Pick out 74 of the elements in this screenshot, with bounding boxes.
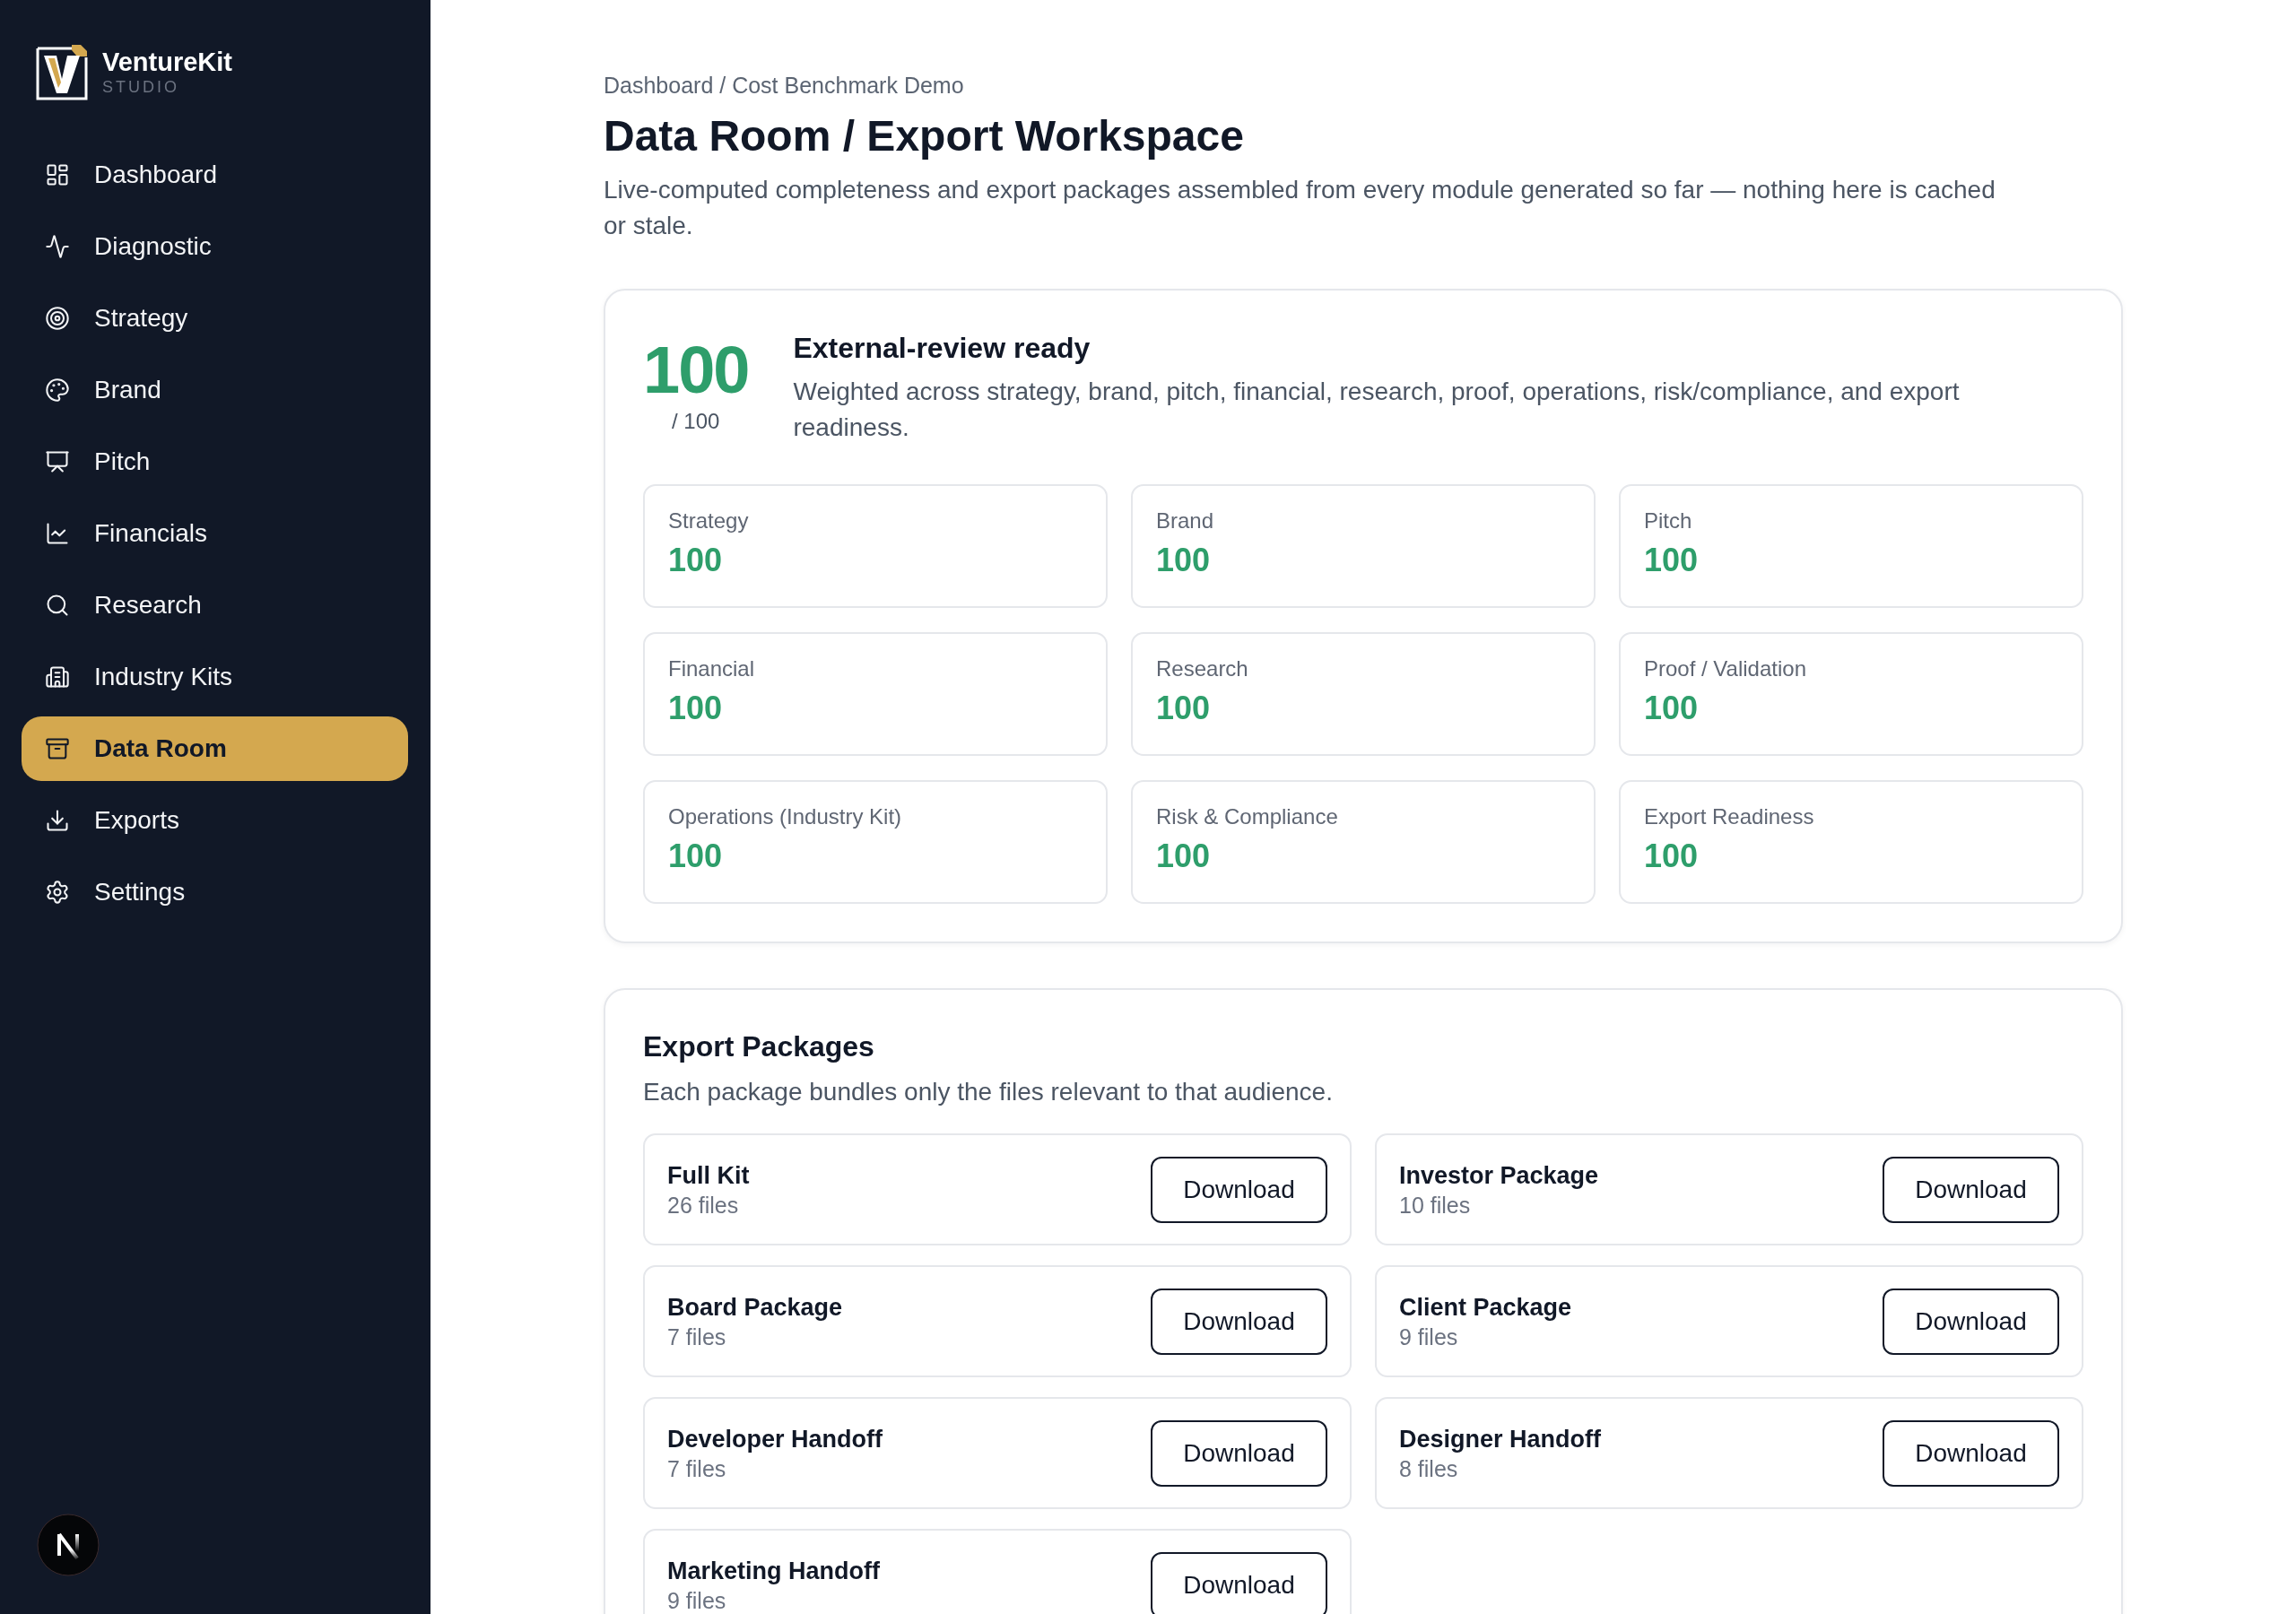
grid-layout-icon	[45, 162, 70, 187]
category-label: Pitch	[1644, 508, 1693, 534]
nav-item[interactable]: Research	[22, 573, 408, 638]
download-button[interactable]: Download	[1883, 1419, 2059, 1487]
category-score: 100	[1156, 690, 1212, 727]
building-icon	[45, 664, 70, 690]
settings-icon	[45, 880, 70, 905]
presentation-board-icon	[45, 449, 70, 474]
page-description: Live-computed completeness and export packages assembled from every module generated so far — nothing here is cached or stale.	[604, 175, 1996, 241]
package-name: Board Package	[667, 1293, 843, 1323]
package-file-count: 10 files	[1399, 1192, 1472, 1219]
page-title: Data Room / Export Workspace	[604, 111, 1245, 161]
score-value: 100	[643, 337, 749, 404]
category-score: 100	[668, 690, 724, 727]
download-button[interactable]: Download	[1151, 1551, 1327, 1614]
package-name: Designer Handoff	[1399, 1425, 1602, 1454]
category-score: 100	[668, 837, 724, 875]
nav-item[interactable]: Settings	[22, 860, 408, 924]
nav-item[interactable]: Strategy	[22, 286, 408, 351]
category-label: Brand	[1156, 508, 1215, 534]
n-logo-icon[interactable]	[37, 1514, 100, 1576]
breadcrumb: Dashboard / Cost Benchmark Demo	[604, 72, 965, 99]
nav-item[interactable]: Pitch	[22, 430, 408, 494]
pulse-line-icon	[45, 234, 70, 259]
archive-box-icon	[45, 736, 70, 761]
category-score: 100	[668, 542, 724, 579]
download-button[interactable]: Download	[1883, 1156, 2059, 1223]
palette-icon	[45, 377, 70, 403]
category-label: Operations (Industry Kit)	[668, 803, 903, 830]
score-max: / 100	[672, 408, 720, 435]
download-button[interactable]: Download	[1151, 1156, 1327, 1223]
category-score: 100	[1156, 542, 1212, 579]
nav-item[interactable]: Diagnostic	[22, 214, 408, 279]
package-name: Investor Package	[1399, 1161, 1599, 1191]
status-description: Weighted across strategy, brand, pitch, financial, research, proof, operations, risk/compliance, and export readiness.	[793, 377, 1961, 443]
line-chart-icon	[45, 521, 70, 546]
package-name: Client Package	[1399, 1293, 1572, 1323]
download-icon	[45, 808, 70, 833]
package-file-count: 7 files	[667, 1323, 727, 1350]
brand-name: VentureKit	[102, 47, 233, 77]
target-icon	[45, 306, 70, 331]
download-button[interactable]: Download	[1151, 1288, 1327, 1355]
logo-icon	[36, 43, 88, 100]
category-label: Risk & Compliance	[1156, 803, 1339, 830]
section-title: Export Packages	[643, 1029, 875, 1064]
search-icon	[45, 593, 70, 618]
package-name: Developer Handoff	[667, 1425, 883, 1454]
package-file-count: 9 files	[1399, 1323, 1459, 1350]
brand-tagline: STUDIO	[102, 77, 180, 97]
nav-item[interactable]: Financials	[22, 501, 408, 566]
category-label: Proof / Validation	[1644, 655, 1807, 682]
nav-item[interactable]: Data Room	[22, 716, 408, 781]
package-file-count: 9 files	[667, 1587, 727, 1614]
package-name: Marketing Handoff	[667, 1557, 880, 1586]
nav-item[interactable]: Dashboard	[22, 143, 408, 207]
category-score: 100	[1156, 837, 1212, 875]
category-score: 100	[1644, 690, 1700, 727]
download-button[interactable]: Download	[1151, 1419, 1327, 1487]
category-score: 100	[1644, 542, 1700, 579]
package-file-count: 8 files	[1399, 1455, 1459, 1482]
category-label: Financial	[668, 655, 756, 682]
nav-item[interactable]: Exports	[22, 788, 408, 853]
download-button[interactable]: Download	[1883, 1288, 2059, 1355]
package-file-count: 26 files	[667, 1192, 740, 1219]
category-score: 100	[1644, 837, 1700, 875]
category-label: Export Readiness	[1644, 803, 1815, 830]
status-title: External-review ready	[793, 331, 1091, 366]
package-file-count: 7 files	[667, 1455, 727, 1482]
category-label: Research	[1156, 655, 1249, 682]
category-label: Strategy	[668, 508, 750, 534]
nav-item[interactable]: Brand	[22, 358, 408, 422]
nav-item[interactable]: Industry Kits	[22, 645, 408, 709]
section-description: Each package bundles only the files relevant to that audience.	[643, 1077, 1334, 1107]
package-name: Full Kit	[667, 1161, 750, 1191]
